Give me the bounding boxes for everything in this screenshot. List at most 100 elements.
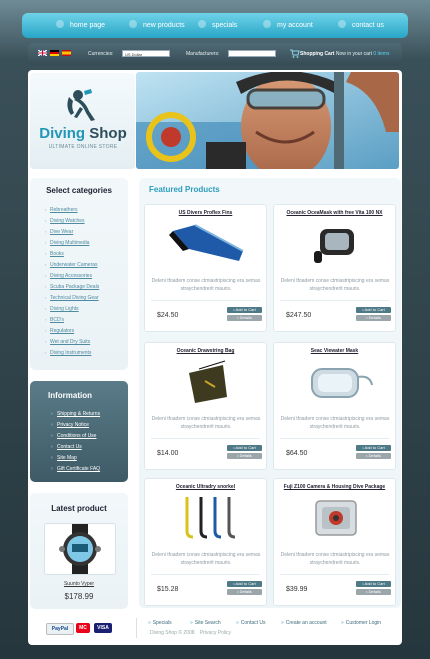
category-link[interactable]: Regulators — [45, 328, 74, 334]
nav-new-products[interactable]: new products — [129, 20, 185, 31]
cart-label[interactable]: Shopping Cart — [300, 51, 334, 57]
category-link[interactable]: Dive Wear — [45, 229, 73, 235]
flag-uk-icon[interactable] — [38, 50, 47, 56]
featured-title: Featured Products — [149, 185, 220, 194]
category-link[interactable]: Diving Instruments — [45, 350, 91, 356]
footer-link-customer-login[interactable]: Customer Login — [341, 620, 381, 626]
bullet-icon — [263, 20, 271, 28]
details-button[interactable]: • Details — [356, 589, 391, 595]
paypal-badge: PayPal — [46, 623, 74, 635]
add-to-cart-button[interactable]: • Add to Cart — [356, 581, 391, 587]
cart-icon[interactable] — [290, 49, 300, 58]
nav-home[interactable]: home page — [56, 20, 105, 31]
product-name[interactable]: Fuji Z100 Camera & Housing Dive Package — [274, 484, 395, 490]
category-link[interactable]: Diving Accessories — [45, 273, 92, 279]
information-panel: Information Shipping & Returns Privacy N… — [30, 381, 128, 482]
category-link[interactable]: Scuba Package Deals — [45, 284, 99, 290]
cart-count[interactable]: 0 items — [373, 51, 389, 57]
details-button[interactable]: • Details — [356, 453, 391, 459]
category-link[interactable]: Diving Multimedia — [45, 240, 90, 246]
info-link[interactable]: Gift Certificate FAQ — [51, 466, 100, 472]
details-button[interactable]: • Details — [227, 315, 262, 321]
manufacturers-select[interactable] — [228, 50, 276, 57]
category-link[interactable]: Underwater Cameras — [45, 262, 97, 268]
category-link[interactable]: Wet and Dry Suits — [45, 339, 90, 345]
info-link[interactable]: Shipping & Returns — [51, 411, 100, 417]
divider — [280, 574, 389, 575]
product-image-camera[interactable] — [294, 495, 376, 541]
details-button[interactable]: • Details — [227, 453, 262, 459]
currencies-label: Currencies: — [88, 51, 114, 57]
logo-title: Diving Shop — [39, 125, 127, 142]
product-name[interactable]: Oceanic Drawstring Bag — [145, 348, 266, 354]
product-card: Seac Viewater Mask Deleni tfoadem conse … — [273, 342, 396, 470]
footer-link-specials[interactable]: Specials — [148, 620, 172, 626]
add-to-cart-button[interactable]: • Add to Cart — [227, 307, 262, 313]
product-name[interactable]: Oceanic Ultradry snorkel — [145, 484, 266, 490]
latest-product-panel: Latest product Suunto Vyper $178.99 — [30, 493, 128, 609]
product-image-snorkels[interactable] — [165, 495, 247, 541]
footer-link-contact-us[interactable]: Contact Us — [236, 620, 266, 626]
product-card: US Divers Proflex Fins Deleni tfoadem co… — [144, 204, 267, 332]
product-image-mask[interactable] — [294, 359, 376, 405]
manufacturers-label: Manufacturers: — [186, 51, 220, 57]
footer-link-site-search[interactable]: Site Search — [190, 620, 221, 626]
product-price: $24.50 — [157, 312, 179, 319]
details-button[interactable]: • Details — [356, 315, 391, 321]
bullet-icon — [129, 20, 137, 28]
logo[interactable]: Diving Shop ULTIMATE ONLINE STORE — [30, 73, 135, 169]
top-navigation: home page new products specials my accou… — [22, 13, 408, 38]
cart-summary: Shopping Cart Now in your cart 0 items — [300, 51, 390, 57]
add-to-cart-button[interactable]: • Add to Cart — [227, 445, 262, 451]
category-link[interactable]: Books — [45, 251, 64, 257]
divider — [151, 300, 260, 301]
product-description: Deleni tfoadem conse ctmiastripiscing er… — [280, 278, 390, 292]
product-description: Deleni tfoadem conse ctmiastripiscing er… — [151, 416, 261, 430]
product-card: Oceanic Drawstring Bag Deleni tfoadem co… — [144, 342, 267, 470]
bullet-icon — [198, 20, 206, 28]
categories-panel: Select categories Rebreathers Diving Wat… — [30, 178, 128, 370]
product-description: Deleni tfoadem conse ctmiastripiscing er… — [280, 416, 390, 430]
bullet-icon — [338, 20, 346, 28]
flag-de-icon[interactable] — [50, 50, 59, 56]
product-description: Deleni tfoadem conse ctmiastripiscing er… — [151, 552, 261, 566]
add-to-cart-button[interactable]: • Add to Cart — [356, 445, 391, 451]
product-name[interactable]: Oceanic OceaMask with free Vita 100 NX — [274, 210, 395, 216]
divider — [151, 438, 260, 439]
footer: PayPal MC VISA Specials Site Search Cont… — [30, 612, 400, 642]
nav-contact-us[interactable]: contact us — [338, 20, 384, 31]
info-link[interactable]: Conditions of Use — [51, 433, 97, 439]
product-image-bag[interactable] — [165, 359, 247, 405]
product-image-mask[interactable] — [294, 221, 376, 267]
category-link[interactable]: Diving Lights — [45, 306, 79, 312]
footer-link-create-account[interactable]: Create an account — [281, 620, 327, 626]
nav-my-account[interactable]: my account — [263, 20, 313, 31]
divider — [136, 618, 137, 638]
latest-product-price: $178.99 — [64, 592, 94, 601]
info-link[interactable]: Privacy Notice — [51, 422, 89, 428]
category-link[interactable]: BCD's — [45, 317, 64, 323]
product-name[interactable]: Seac Viewater Mask — [274, 348, 395, 354]
info-link[interactable]: Site Map — [51, 455, 77, 461]
logo-subtitle: ULTIMATE ONLINE STORE — [48, 144, 118, 150]
privacy-policy-link[interactable]: Privacy Policy — [200, 630, 231, 636]
latest-product-name[interactable]: Suunto Vyper — [30, 581, 128, 587]
category-link[interactable]: Rebreathers — [45, 207, 77, 213]
details-button[interactable]: • Details — [227, 589, 262, 595]
flag-es-icon[interactable] — [62, 50, 71, 56]
product-name[interactable]: US Divers Proflex Fins — [145, 210, 266, 216]
info-link[interactable]: Contact Us — [51, 444, 82, 450]
product-card: Oceanic Ultradry snorkel Deleni tfoadem … — [144, 478, 267, 606]
add-to-cart-button[interactable]: • Add to Cart — [227, 581, 262, 587]
divider — [280, 300, 389, 301]
add-to-cart-button[interactable]: • Add to Cart — [356, 307, 391, 313]
nav-specials[interactable]: specials — [198, 20, 237, 31]
category-link[interactable]: Diving Watches — [45, 218, 85, 224]
product-price: $39.99 — [286, 586, 308, 593]
categories-title: Select categories — [46, 186, 112, 195]
latest-product-image[interactable] — [44, 523, 116, 575]
currency-select[interactable]: US Dollar — [122, 50, 170, 57]
category-link[interactable]: Technical Diving Gear — [45, 295, 99, 301]
product-image-fins[interactable] — [165, 221, 247, 267]
toolbar: Currencies: US Dollar Manufacturers: Sho… — [28, 43, 402, 65]
